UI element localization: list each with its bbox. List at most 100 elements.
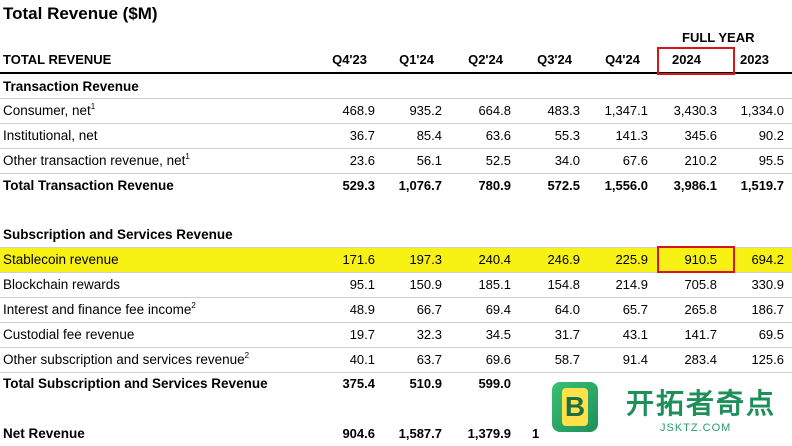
watermark-text: 开拓者奇点 bbox=[626, 387, 777, 420]
cell-value: 154.8 bbox=[547, 277, 580, 292]
cell-value: 63.6 bbox=[485, 128, 511, 143]
cell-value: 1,556.0 bbox=[604, 178, 648, 193]
cell-value: 56.1 bbox=[416, 153, 442, 168]
row-label: Interest and finance fee income2 bbox=[3, 301, 196, 318]
row-label: Net Revenue bbox=[3, 426, 85, 441]
cell-value: 214.9 bbox=[615, 277, 648, 292]
row-label: Other transaction revenue, net1 bbox=[3, 152, 190, 169]
table-row: Institutional, net 36.7 85.4 63.6 55.3 1… bbox=[0, 124, 792, 148]
cell-value: 186.7 bbox=[751, 302, 784, 317]
cell-value: 31.7 bbox=[554, 327, 580, 342]
cell-value: 510.9 bbox=[409, 376, 442, 391]
watermark: B 开拓者奇点 JSKTZ.COM bbox=[540, 374, 792, 441]
cell-value: 141.3 bbox=[615, 128, 648, 143]
cell-value: 1,519.7 bbox=[740, 178, 784, 193]
cell-value: 468.9 bbox=[342, 103, 375, 118]
cell-value: 85.4 bbox=[416, 128, 442, 143]
cell-value: 43.1 bbox=[622, 327, 648, 342]
row-label: Custodial fee revenue bbox=[3, 327, 135, 342]
row-label: Consumer, net1 bbox=[3, 102, 96, 119]
cell-value: 225.9 bbox=[615, 252, 648, 267]
cell-value: 34.0 bbox=[554, 153, 580, 168]
cell-value: 58.7 bbox=[554, 352, 580, 367]
col-header-q124: Q1'24 bbox=[399, 52, 434, 67]
cell-value: 65.7 bbox=[622, 302, 648, 317]
cell-value: 69.5 bbox=[758, 327, 784, 342]
row-label: Total Subscription and Services Revenue bbox=[3, 376, 268, 391]
cell-value: 664.8 bbox=[478, 103, 511, 118]
cell-value: 265.8 bbox=[684, 302, 717, 317]
section-title-transaction: Transaction Revenue bbox=[3, 79, 139, 94]
cell-value: 19.7 bbox=[349, 327, 375, 342]
cell-value: 904.6 bbox=[342, 426, 375, 441]
cell-value: 95.1 bbox=[349, 277, 375, 292]
col-header-q224: Q2'24 bbox=[468, 52, 503, 67]
row-label: Other subscription and services revenue2 bbox=[3, 351, 250, 368]
cell-value: 150.9 bbox=[409, 277, 442, 292]
cell-value: 483.3 bbox=[547, 103, 580, 118]
table-row: Blockchain rewards 95.1 150.9 185.1 154.… bbox=[0, 273, 792, 297]
cell-value: 141.7 bbox=[684, 327, 717, 342]
cell-value: 3,986.1 bbox=[673, 178, 717, 193]
col-header-q424: Q4'24 bbox=[605, 52, 640, 67]
row-label: Stablecoin revenue bbox=[3, 252, 119, 267]
table-row: Interest and finance fee income2 48.9 66… bbox=[0, 298, 792, 322]
cell-value: 3,430.3 bbox=[673, 103, 717, 118]
highlight-box-stablecoin-2024 bbox=[657, 246, 735, 273]
cell-value: 171.6 bbox=[342, 252, 375, 267]
table-row: Other transaction revenue, net1 23.6 56.… bbox=[0, 149, 792, 173]
cell-value: 246.9 bbox=[547, 252, 580, 267]
section-title-subscription: Subscription and Services Revenue bbox=[3, 227, 233, 242]
cell-value: 210.2 bbox=[684, 153, 717, 168]
cell-value: 185.1 bbox=[478, 277, 511, 292]
cell-value: 1,379.9 bbox=[467, 426, 511, 441]
cell-value: 36.7 bbox=[349, 128, 375, 143]
row-label: Institutional, net bbox=[3, 128, 98, 143]
cell-value: 935.2 bbox=[409, 103, 442, 118]
col-header-q423: Q4'23 bbox=[332, 52, 367, 67]
cell-value: 67.6 bbox=[622, 153, 648, 168]
cell-value: 34.5 bbox=[485, 327, 511, 342]
cell-value: 529.3 bbox=[342, 178, 375, 193]
cell-value: 63.7 bbox=[416, 352, 442, 367]
page-title: Total Revenue ($M) bbox=[3, 4, 158, 23]
cell-value: 55.3 bbox=[554, 128, 580, 143]
cell-value: 375.4 bbox=[342, 376, 375, 391]
row-label: Blockchain rewards bbox=[3, 277, 121, 292]
cell-value: 599.0 bbox=[478, 376, 511, 391]
cell-value: 95.5 bbox=[758, 153, 784, 168]
cell-value: 69.6 bbox=[485, 352, 511, 367]
highlight-box-2024-header bbox=[657, 47, 735, 75]
row-label: Total Transaction Revenue bbox=[3, 178, 174, 193]
cell-value: 48.9 bbox=[349, 302, 375, 317]
watermark-url: JSKTZ.COM bbox=[660, 422, 732, 434]
table-row: Custodial fee revenue 19.7 32.3 34.5 31.… bbox=[0, 323, 792, 347]
cell-value: 32.3 bbox=[416, 327, 442, 342]
cell-value: 64.0 bbox=[554, 302, 580, 317]
cell-value: 197.3 bbox=[409, 252, 442, 267]
cell-value: 705.8 bbox=[684, 277, 717, 292]
watermark-logo-letter: B bbox=[562, 388, 588, 426]
cell-value: 23.6 bbox=[349, 153, 375, 168]
cell-value: 125.6 bbox=[751, 352, 784, 367]
cell-value: 283.4 bbox=[684, 352, 717, 367]
cell-value: 91.4 bbox=[622, 352, 648, 367]
cell-value: 1,587.7 bbox=[398, 426, 442, 441]
table-row: Other subscription and services revenue2… bbox=[0, 348, 792, 372]
cell-value: 572.5 bbox=[547, 178, 580, 193]
cell-value: 780.9 bbox=[478, 178, 511, 193]
cell-value: 1,334.0 bbox=[740, 103, 784, 118]
cell-value: 69.4 bbox=[485, 302, 511, 317]
col-header-q324: Q3'24 bbox=[537, 52, 572, 67]
col-header-2023: 2023 bbox=[740, 52, 769, 67]
cell-value: 1,076.7 bbox=[398, 178, 442, 193]
cell-value: 52.5 bbox=[485, 153, 511, 168]
total-row: Total Transaction Revenue 529.3 1,076.7 … bbox=[0, 174, 792, 198]
cell-value: 90.2 bbox=[758, 128, 784, 143]
cell-value: 40.1 bbox=[349, 352, 375, 367]
cell-value: 240.4 bbox=[478, 252, 511, 267]
cell-value: 1,347.1 bbox=[604, 103, 648, 118]
table-row: Consumer, net1 468.9 935.2 664.8 483.3 1… bbox=[0, 99, 792, 123]
watermark-logo-icon: B bbox=[552, 382, 598, 432]
cell-value: 345.6 bbox=[684, 128, 717, 143]
